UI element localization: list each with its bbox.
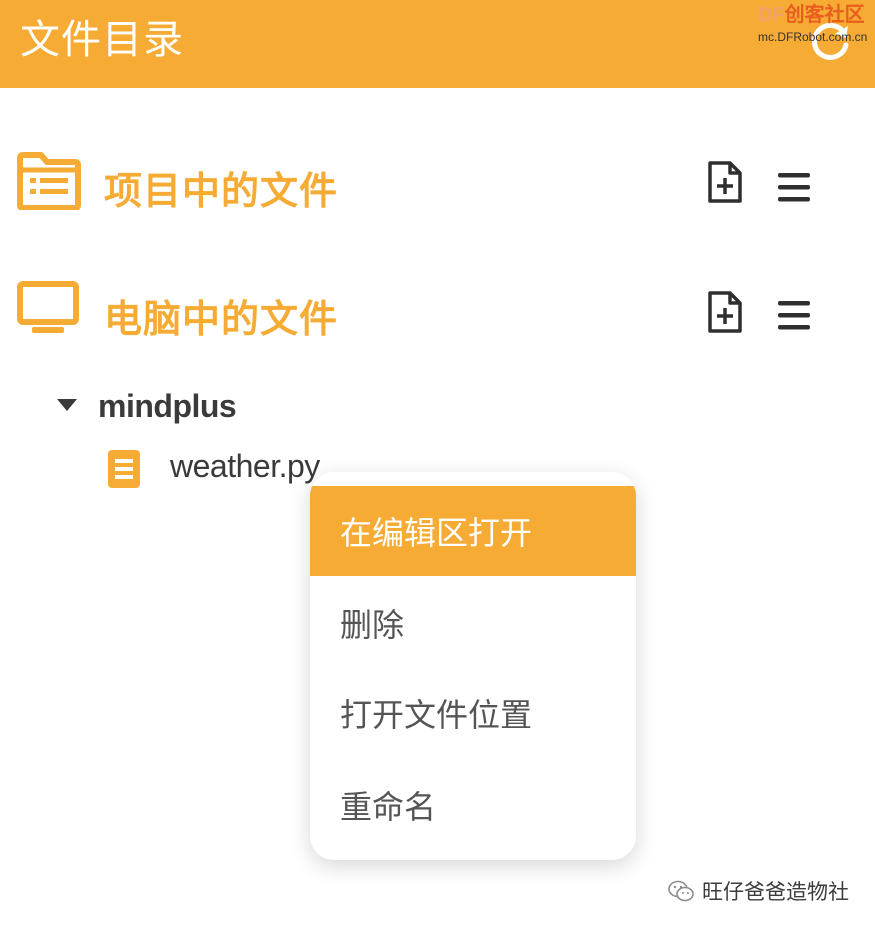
header-bar: 文件目录 DF创客社区 mc.DFRobot.com.cn (0, 0, 875, 88)
file-text-icon (106, 448, 142, 490)
monitor-icon (16, 280, 80, 340)
context-menu: 在编辑区打开 删除 打开文件位置 重命名 (310, 472, 636, 860)
watermark-logo: DF创客社区 (758, 4, 865, 26)
watermark-text: 旺仔爸爸造物社 (702, 880, 849, 904)
menu-item-delete[interactable]: 删除 (310, 578, 636, 668)
section-title-project: 项目中的文件 (104, 169, 339, 213)
watermark-top: DF创客社区 mc.DFRobot.com.cn (758, 4, 867, 44)
new-file-icon[interactable] (706, 290, 744, 334)
new-file-icon[interactable] (706, 160, 744, 204)
wechat-icon (668, 880, 694, 902)
menu-icon[interactable] (776, 170, 812, 204)
watermark-url: mc.DFRobot.com.cn (758, 30, 868, 44)
caret-down-icon[interactable] (56, 397, 78, 411)
menu-icon[interactable] (776, 298, 812, 332)
menu-item-rename[interactable]: 重命名 (310, 760, 636, 850)
section-computer-files: 电脑中的文件 (0, 274, 875, 354)
section-project-files: 项目中的文件 (0, 146, 875, 226)
menu-item-open-in-editor[interactable]: 在编辑区打开 (310, 486, 636, 576)
page-title: 文件目录 (20, 17, 184, 63)
watermark-bottom: 旺仔爸爸造物社 (668, 874, 849, 908)
menu-item-open-file-location[interactable]: 打开文件位置 (310, 668, 636, 758)
section-title-computer: 电脑中的文件 (104, 297, 339, 341)
file-name: weather.py (170, 448, 320, 484)
folder-name: mindplus (98, 388, 237, 424)
folder-list-icon (16, 152, 82, 214)
